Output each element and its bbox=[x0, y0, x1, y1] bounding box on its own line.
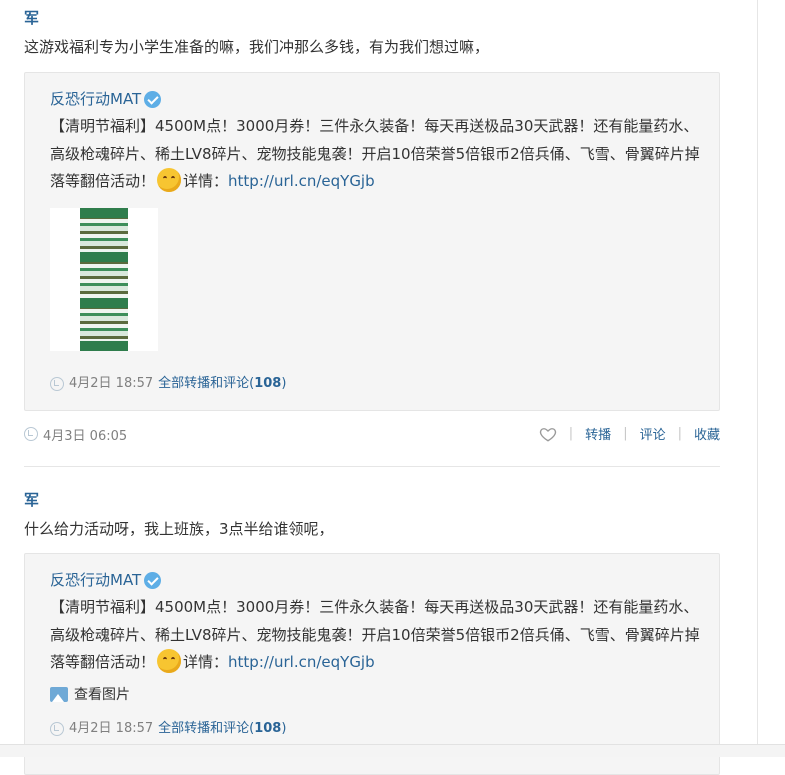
quoted-meta: 4月2日 18:57 全部转播和评论(108) bbox=[50, 720, 286, 738]
shy-face-emoji-icon bbox=[157, 649, 182, 673]
quoted-author[interactable]: 反恐行动MAT bbox=[50, 89, 162, 109]
quoted-author-name[interactable]: 反恐行动MAT bbox=[50, 89, 141, 109]
post-meta-bar: 4月3日 06:05 | 转播 | 评论 | 收藏 bbox=[24, 424, 720, 444]
quoted-link[interactable]: http://url.cn/eqYGjb bbox=[228, 172, 375, 190]
rebroadcast-button[interactable]: 转播 bbox=[585, 424, 611, 443]
verified-badge-icon bbox=[144, 571, 162, 589]
page-border-line bbox=[757, 0, 758, 756]
post-text: 这游戏福利专为小学生准备的嘛，我们冲那么多钱，有为我们想过嘛， bbox=[24, 38, 490, 56]
thumbnail-image bbox=[80, 208, 128, 351]
quoted-text: 【清明节福利】4500M点！3000月券！三件永久装备！每天再送极品30天武器！… bbox=[50, 594, 700, 677]
details-label: 详情： bbox=[183, 653, 229, 671]
verified-badge-icon bbox=[144, 90, 162, 108]
post-time[interactable]: 4月3日 06:05 bbox=[43, 425, 127, 444]
post-author[interactable]: 军 bbox=[24, 490, 720, 510]
quoted-author-name[interactable]: 反恐行动MAT bbox=[50, 570, 141, 590]
feed-post: 军 这游戏福利专为小学生准备的嘛，我们冲那么多钱，有为我们想过嘛， 反恐行动MA… bbox=[24, 8, 720, 411]
quoted-author[interactable]: 反恐行动MAT bbox=[50, 570, 162, 590]
rebroadcast-icon bbox=[50, 377, 64, 391]
quoted-time[interactable]: 4月2日 18:57 bbox=[69, 720, 153, 738]
heart-icon[interactable] bbox=[539, 425, 557, 443]
post-author[interactable]: 军 bbox=[24, 8, 720, 28]
quoted-post: 反恐行动MAT 【清明节福利】4500M点！3000月券！三件永久装备！每天再送… bbox=[24, 553, 720, 775]
comment-button[interactable]: 评论 bbox=[640, 424, 666, 443]
all-comments-link[interactable]: 全部转播和评论(108) bbox=[158, 375, 286, 393]
quoted-image-thumbnail[interactable] bbox=[50, 208, 158, 351]
comment-count: 108 bbox=[254, 376, 282, 391]
favorite-button[interactable]: 收藏 bbox=[694, 424, 720, 443]
quoted-link[interactable]: http://url.cn/eqYGjb bbox=[228, 653, 375, 671]
rebroadcast-icon bbox=[24, 427, 38, 441]
quoted-text-body: 【清明节福利】4500M点！3000月券！三件永久装备！每天再送极品30天武器！… bbox=[50, 598, 700, 671]
rebroadcast-icon bbox=[50, 722, 64, 736]
quoted-post: 反恐行动MAT 【清明节福利】4500M点！3000月券！三件永久装备！每天再送… bbox=[24, 72, 720, 411]
comment-count: 108 bbox=[254, 721, 282, 736]
picture-icon bbox=[50, 686, 68, 702]
view-picture-link[interactable]: 查看图片 bbox=[50, 684, 130, 704]
view-picture-label[interactable]: 查看图片 bbox=[74, 684, 130, 704]
post-divider bbox=[24, 466, 720, 467]
quoted-text-body: 【清明节福利】4500M点！3000月券！三件永久装备！每天再送极品30天武器！… bbox=[50, 117, 700, 190]
quoted-text: 【清明节福利】4500M点！3000月券！三件永久装备！每天再送极品30天武器！… bbox=[50, 113, 700, 196]
quoted-time[interactable]: 4月2日 18:57 bbox=[69, 375, 153, 393]
shy-face-emoji-icon bbox=[157, 168, 182, 192]
feed-post: 军 什么给力活动呀，我上班族，3点半给谁领呢， 反恐行动MAT 【清明节福利】4… bbox=[24, 490, 720, 775]
horizontal-scrollbar[interactable] bbox=[0, 744, 785, 757]
post-text: 什么给力活动呀，我上班族，3点半给谁领呢， bbox=[24, 520, 334, 538]
details-label: 详情： bbox=[183, 172, 229, 190]
post-actions: | 转播 | 评论 | 收藏 bbox=[539, 424, 720, 443]
quoted-meta: 4月2日 18:57 全部转播和评论(108) bbox=[50, 375, 286, 393]
all-comments-link[interactable]: 全部转播和评论(108) bbox=[158, 720, 286, 738]
